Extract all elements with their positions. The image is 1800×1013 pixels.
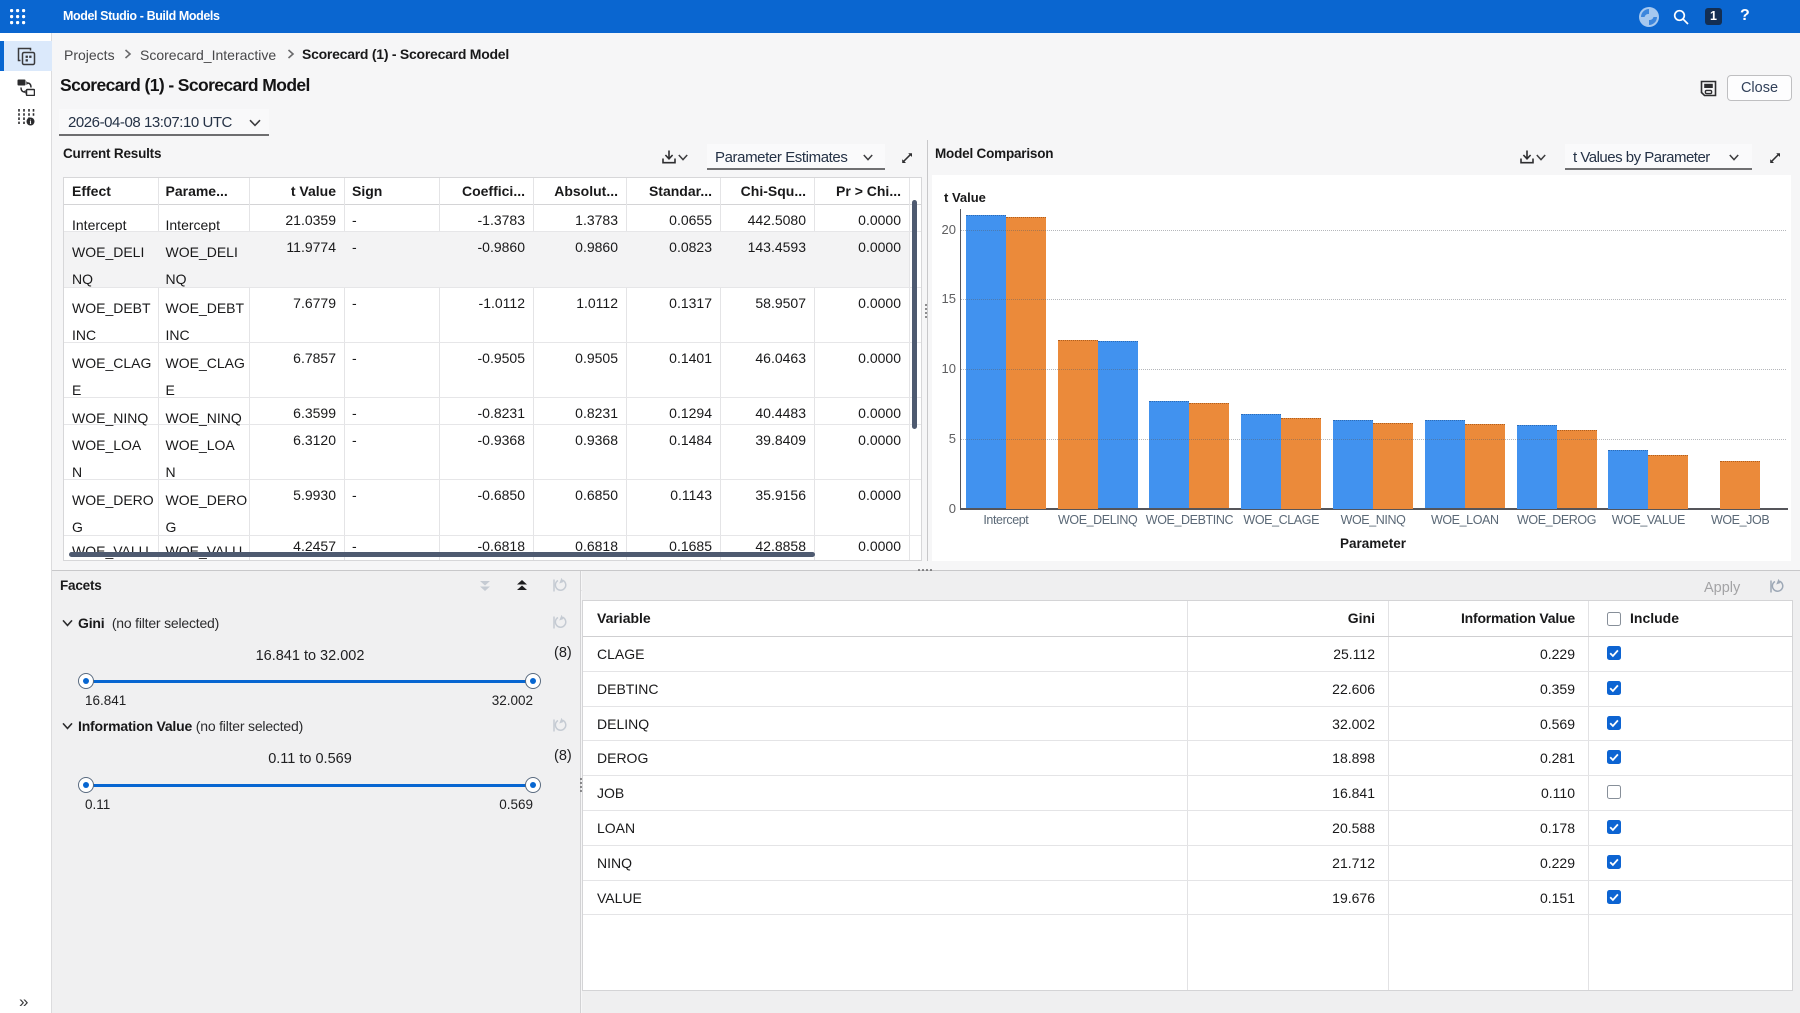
svg-text:i: i [30, 119, 32, 126]
